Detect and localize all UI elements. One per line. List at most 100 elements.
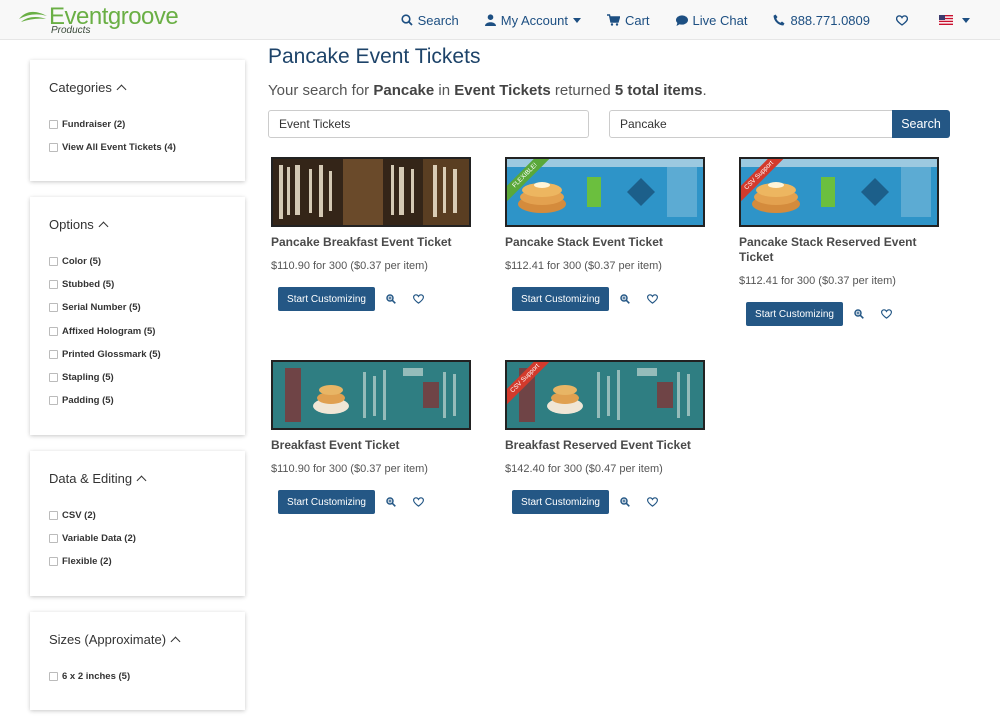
filter-data-editing-toggle[interactable]: Data & Editing <box>49 471 226 486</box>
filter-label: View All Event Tickets (4) <box>62 142 176 154</box>
search-input[interactable]: Pancake <box>609 110 893 138</box>
filter-option[interactable]: Fundraiser (2) <box>49 113 226 136</box>
filter-label: Flexible (2) <box>62 556 112 568</box>
filter-label: CSV (2) <box>62 510 96 522</box>
category-field[interactable]: Event Tickets <box>268 110 589 138</box>
summary-term: Pancake <box>373 82 435 99</box>
summary-mid: in <box>434 82 455 99</box>
start-customizing-button[interactable]: Start Customizing <box>512 490 609 514</box>
heart-icon[interactable] <box>413 294 424 304</box>
nav-cart-label: Cart <box>624 12 650 28</box>
eventgroove-logo[interactable]: Eventgroove Products <box>18 3 179 36</box>
nav-live-chat[interactable]: Live Chat <box>675 13 747 28</box>
product-thumbnail[interactable] <box>271 157 471 227</box>
zoom-icon[interactable] <box>620 294 630 304</box>
product-price: $112.41 for 300 ($0.37 per item) <box>739 275 896 287</box>
nav-my-account-label: My Account <box>500 12 568 28</box>
filter-title: Sizes (Approximate) <box>49 632 167 647</box>
checkbox[interactable] <box>49 396 58 406</box>
search-icon <box>400 14 413 26</box>
nav-search[interactable]: Search <box>400 12 459 28</box>
checkbox[interactable] <box>49 511 58 521</box>
summary-category: Event Tickets <box>454 82 551 99</box>
search-button[interactable]: Search <box>892 110 950 138</box>
zoom-icon[interactable] <box>620 497 630 507</box>
checkbox[interactable] <box>49 672 58 682</box>
filter-data-editing: Data & Editing CSV (2) Variable Data (2)… <box>30 451 245 596</box>
filter-option[interactable]: CSV (2) <box>49 504 226 527</box>
filter-title: Options <box>49 217 94 232</box>
product-thumbnail[interactable]: FLEXIBLE! <box>505 157 705 227</box>
chevron-down-icon <box>962 17 970 23</box>
product-name[interactable]: Pancake Breakfast Event Ticket <box>271 235 471 250</box>
checkbox[interactable] <box>49 557 58 567</box>
heart-icon[interactable] <box>647 497 658 507</box>
checkbox[interactable] <box>49 349 58 359</box>
filter-option[interactable]: Padding (5) <box>49 389 226 412</box>
start-customizing-button[interactable]: Start Customizing <box>746 302 843 326</box>
zoom-icon[interactable] <box>386 294 396 304</box>
filter-option[interactable]: Stapling (5) <box>49 366 226 389</box>
filter-label: Printed Glossmark (5) <box>62 348 161 360</box>
heart-icon[interactable] <box>647 294 658 304</box>
product-name[interactable]: Breakfast Reserved Event Ticket <box>505 438 705 453</box>
filter-options-toggle[interactable]: Options <box>49 217 226 232</box>
search-summary: Your search for Pancake in Event Tickets… <box>268 82 707 99</box>
filter-option[interactable]: Flexible (2) <box>49 550 226 573</box>
product-thumbnail[interactable]: CSV Support <box>739 157 939 227</box>
heart-icon[interactable] <box>881 309 892 319</box>
checkbox[interactable] <box>49 120 58 130</box>
filter-option[interactable]: View All Event Tickets (4) <box>49 136 226 159</box>
product-name[interactable]: Pancake Stack Event Ticket <box>505 235 705 250</box>
product-card: CSV Support Pancake Stack Reserved Event… <box>739 157 959 326</box>
summary-end: . <box>702 82 707 99</box>
filter-label: 6 x 2 inches (5) <box>62 671 131 683</box>
user-icon <box>484 14 496 26</box>
checkbox[interactable] <box>49 143 58 153</box>
chat-icon <box>675 14 688 26</box>
nav-locale[interactable] <box>939 15 970 25</box>
checkbox[interactable] <box>49 326 58 336</box>
filter-title: Categories <box>49 80 112 95</box>
product-thumbnail[interactable]: CSV Support <box>505 360 705 430</box>
filter-categories-toggle[interactable]: Categories <box>49 80 226 95</box>
product-thumbnail[interactable] <box>271 360 471 430</box>
product-price: $112.41 for 300 ($0.37 per item) <box>505 260 662 272</box>
product-actions: Start Customizing <box>278 287 491 311</box>
filter-label: Affixed Hologram (5) <box>62 325 156 337</box>
product-name[interactable]: Pancake Stack Reserved Event Ticket <box>739 235 939 265</box>
product-price: $110.90 for 300 ($0.37 per item) <box>271 260 428 272</box>
filter-option[interactable]: Color (5) <box>49 250 226 273</box>
filter-option[interactable]: Variable Data (2) <box>49 527 226 550</box>
start-customizing-button[interactable]: Start Customizing <box>512 287 609 311</box>
checkbox[interactable] <box>49 373 58 383</box>
filter-option[interactable]: Printed Glossmark (5) <box>49 343 226 366</box>
checkbox[interactable] <box>49 280 58 290</box>
start-customizing-button[interactable]: Start Customizing <box>278 287 375 311</box>
filter-option[interactable]: 6 x 2 inches (5) <box>49 665 226 688</box>
nav-search-label: Search <box>417 12 459 28</box>
product-name[interactable]: Breakfast Event Ticket <box>271 438 471 453</box>
filter-sizes-toggle[interactable]: Sizes (Approximate) <box>49 632 226 647</box>
summary-count: 5 total items <box>614 82 703 99</box>
checkbox[interactable] <box>49 534 58 544</box>
main-nav: Search My Account Cart Live Chat 888.771… <box>375 0 970 40</box>
start-customizing-button[interactable]: Start Customizing <box>278 490 375 514</box>
chevron-up-icon <box>98 221 109 232</box>
checkbox[interactable] <box>49 303 58 313</box>
nav-cart[interactable]: Cart <box>606 12 650 28</box>
zoom-icon[interactable] <box>386 497 396 507</box>
filter-label: Stubbed (5) <box>62 279 115 291</box>
checkbox[interactable] <box>49 257 58 267</box>
nav-wishlist[interactable] <box>896 14 913 26</box>
filter-option[interactable]: Affixed Hologram (5) <box>49 320 226 343</box>
nav-phone[interactable]: 888.771.0809 <box>773 13 870 28</box>
nav-my-account[interactable]: My Account <box>484 12 581 28</box>
filter-option[interactable]: Stubbed (5) <box>49 273 226 296</box>
filter-option[interactable]: Serial Number (5) <box>49 296 226 319</box>
phone-icon <box>773 14 785 26</box>
nav-phone-label: 888.771.0809 <box>790 12 870 28</box>
heart-icon[interactable] <box>413 497 424 507</box>
product-price: $110.90 for 300 ($0.37 per item) <box>271 463 428 475</box>
zoom-icon[interactable] <box>854 309 864 319</box>
